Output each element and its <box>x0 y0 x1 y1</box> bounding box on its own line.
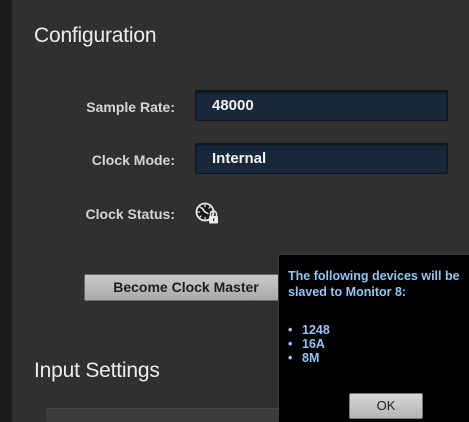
clock-mode-field[interactable]: Internal <box>195 143 448 174</box>
clock-master-popup: The following devices will be slaved to … <box>278 254 469 422</box>
clock-mode-label: Clock Mode: <box>91 152 175 168</box>
sample-rate-field[interactable]: 48000 <box>195 90 448 121</box>
device-name: 8M <box>302 351 320 365</box>
clock-status-label: Clock Status: <box>85 206 175 222</box>
bullet-icon: • <box>288 351 293 365</box>
ok-button[interactable]: OK <box>349 393 423 419</box>
device-list-item: • 8M <box>288 351 330 365</box>
device-name: 1248 <box>302 323 330 337</box>
input-settings-row <box>46 408 306 422</box>
device-name: 16A <box>302 337 325 351</box>
device-list: • 1248 • 16A • 8M <box>288 323 330 365</box>
window-frame: Configuration Sample Rate: 48000 Clock M… <box>0 0 469 422</box>
become-clock-master-button[interactable]: Become Clock Master <box>84 274 288 301</box>
sample-rate-label: Sample Rate: <box>86 99 175 115</box>
device-list-item: • 1248 <box>288 323 330 337</box>
popup-message: The following devices will be slaved to … <box>288 269 460 299</box>
configuration-heading: Configuration <box>34 24 157 47</box>
clock-locked-icon <box>195 200 221 226</box>
bullet-icon: • <box>288 323 293 337</box>
input-settings-heading: Input Settings <box>34 359 160 382</box>
bullet-icon: • <box>288 337 293 351</box>
device-list-item: • 16A <box>288 337 330 351</box>
